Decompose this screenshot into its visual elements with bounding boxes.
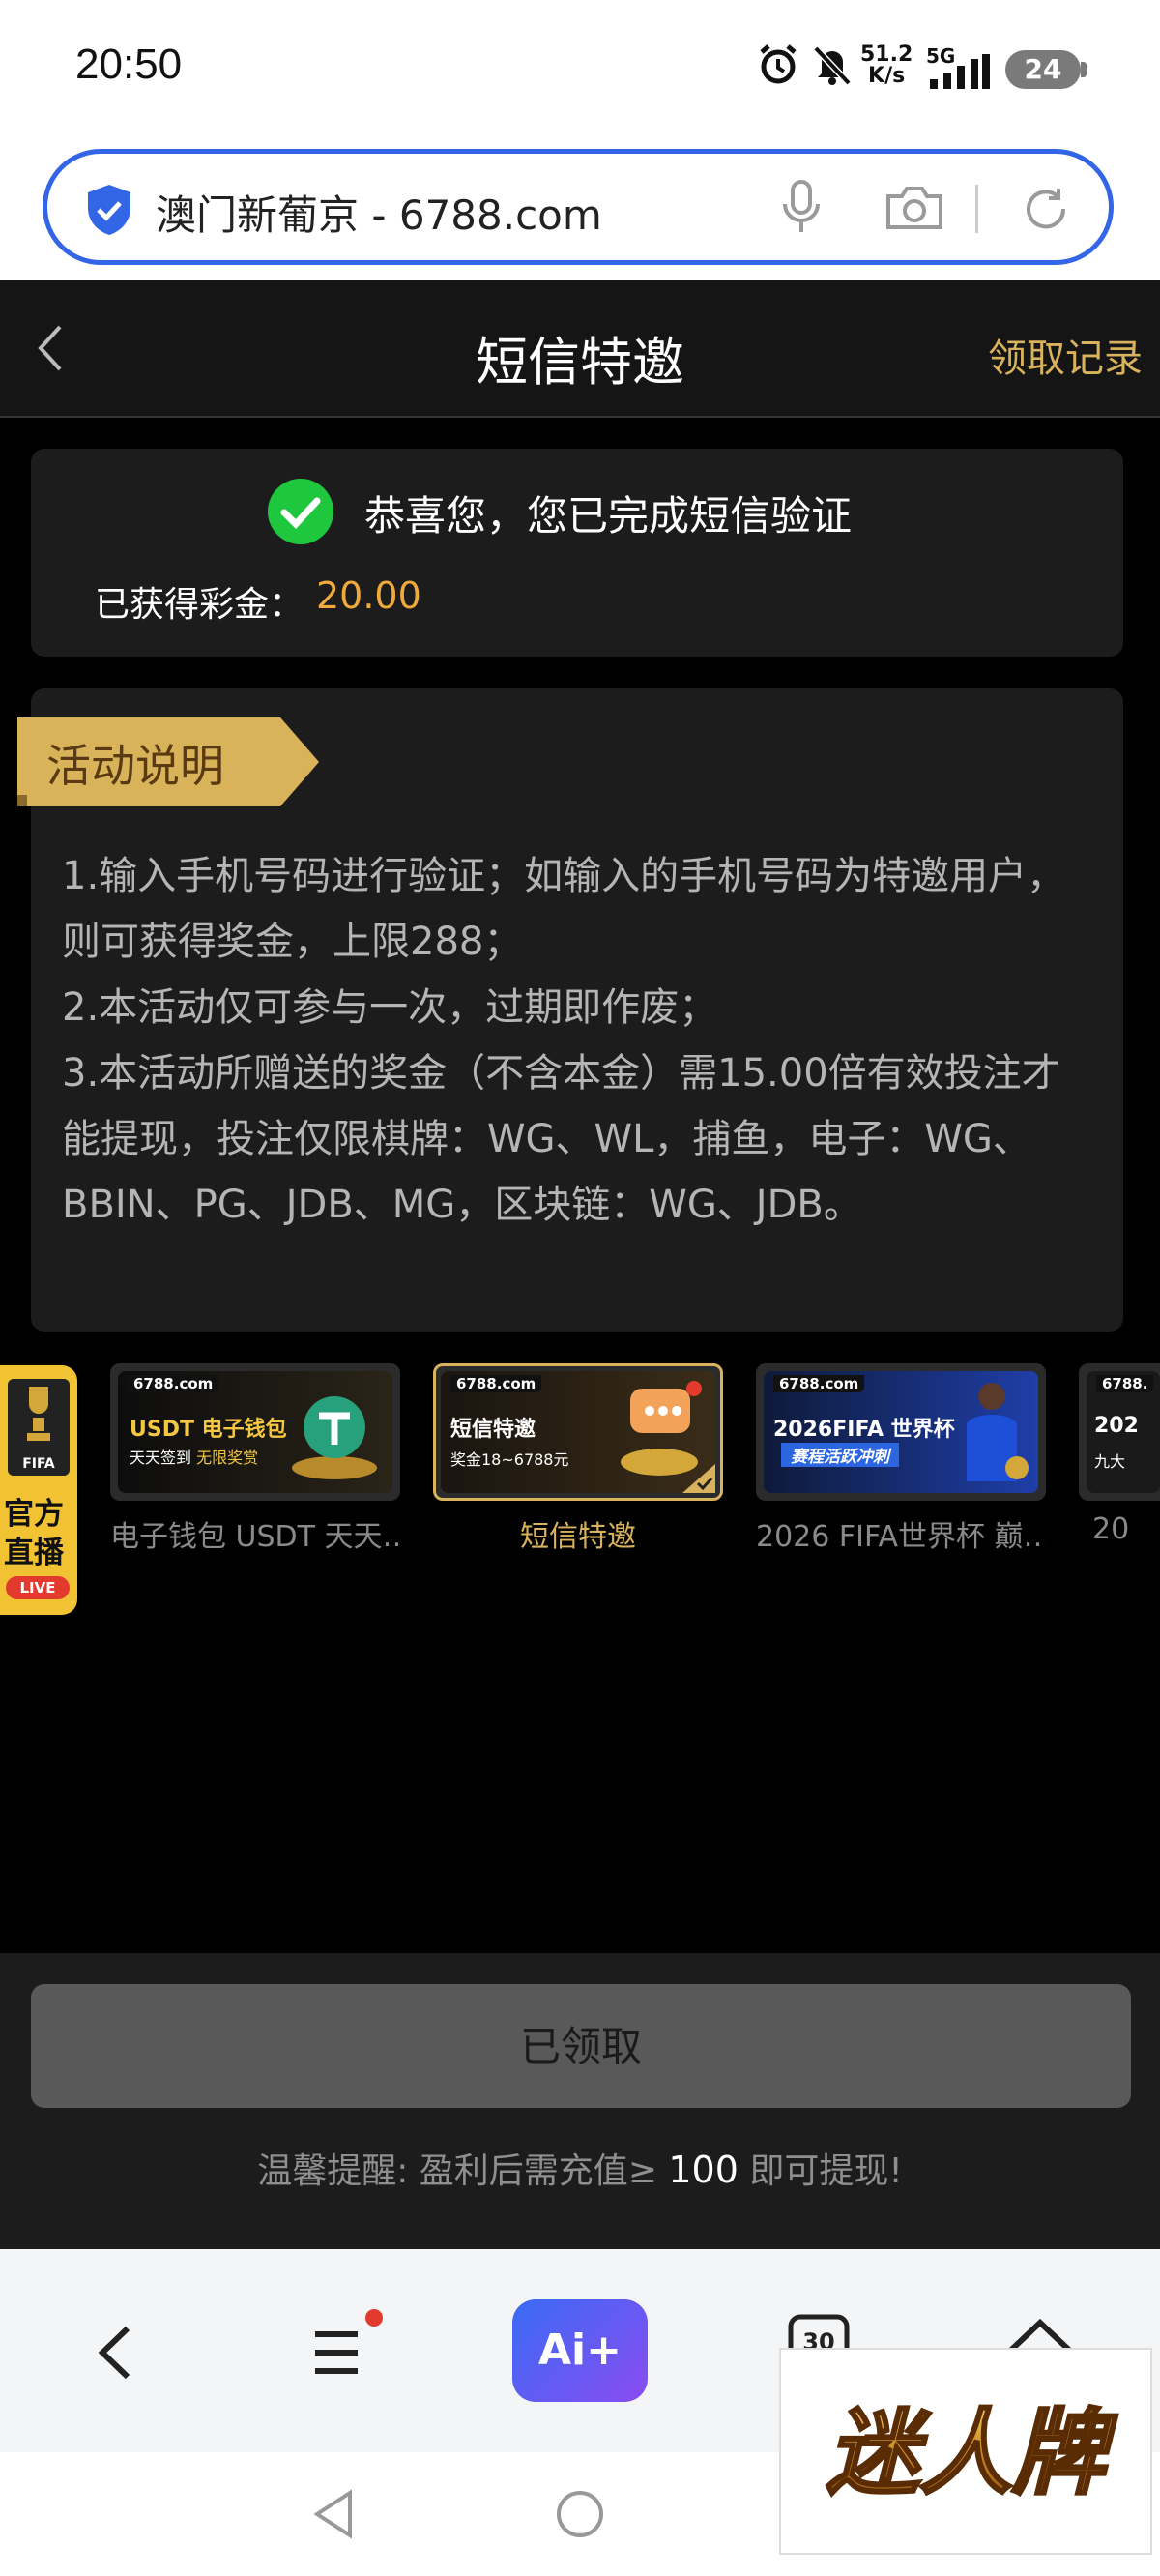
- url-text[interactable]: 澳门新葡京 - 6788.com: [156, 183, 602, 242]
- shield-check-icon: [88, 185, 130, 235]
- battery-indicator: 24: [1005, 50, 1081, 89]
- watermark-logo-art: 迷人牌: [826, 2398, 1119, 2509]
- rule-line: 1.输入手机号码进行验证；如输入的手机号码为特邀用户，则可获得奖金，上限288；: [62, 854, 1066, 964]
- rule-line: 3.本活动所赠送的奖金（不含本金）需15.00倍有效投注才能提现，投注仅限棋牌：…: [62, 1051, 1060, 1227]
- system-home-icon[interactable]: [555, 2489, 605, 2539]
- promo-card-usdt-wallet[interactable]: 6788.com USDT 电子钱包 天天签到 无限奖赏: [110, 1363, 400, 1501]
- check-circle-icon: [268, 479, 334, 544]
- address-bar[interactable]: 澳门新葡京 - 6788.com: [43, 149, 1114, 265]
- verification-success-card: 恭喜您，您已完成短信验证 已获得彩金： 20.00: [31, 449, 1123, 657]
- official-live-badge[interactable]: FIFA 官方 直播 LIVE: [0, 1365, 77, 1615]
- activity-description-title: 活动说明: [46, 740, 224, 792]
- toolbar-divider: [975, 185, 978, 233]
- promo-card-sms-invite[interactable]: 6788.com 短信特邀 奖金18~6788元: [433, 1363, 723, 1501]
- selected-check-icon: [682, 1464, 715, 1493]
- svg-text:迷人牌: 迷人牌: [826, 2399, 1117, 2507]
- withdraw-tip: 温馨提醒: 盈利后需充值≥ 100 即可提现!: [257, 2149, 903, 2191]
- browser-back-icon[interactable]: [93, 2323, 137, 2383]
- promo-card-partial[interactable]: 6788. 202 九大: [1079, 1363, 1160, 1501]
- system-back-icon[interactable]: [311, 2487, 356, 2541]
- activity-rules: 1.输入手机号码进行验证；如输入的手机号码为特邀用户，则可获得奖金，上限288；…: [62, 843, 1096, 1238]
- ai-assistant-button[interactable]: Ai+: [512, 2299, 648, 2402]
- alarm-icon: [760, 44, 797, 84]
- notification-dot: [365, 2309, 383, 2327]
- promo-caption[interactable]: 2026 FIFA世界杯 巅…: [756, 1512, 1046, 1555]
- bonus-label: 已获得彩金：: [95, 585, 304, 625]
- net-speed: 51.2 K/s: [860, 43, 914, 88]
- promo-caption-active[interactable]: 短信特邀: [433, 1512, 723, 1555]
- bell-muted-icon: [813, 45, 852, 86]
- bonus-value: 20.00: [316, 574, 421, 617]
- microphone-icon[interactable]: [780, 179, 823, 237]
- usdt-coin-icon: [292, 1396, 377, 1479]
- refresh-icon[interactable]: [1020, 183, 1072, 235]
- status-bar: 20:50 51.2 K/s 5G 24: [0, 0, 1160, 145]
- camera-icon[interactable]: [884, 185, 944, 231]
- page-header: 短信特邀 领取记录: [0, 280, 1160, 418]
- promo-caption[interactable]: 电子钱包 USDT 天天…: [110, 1512, 400, 1555]
- rule-line: 2.本活动仅可参与一次，过期即作废；: [62, 985, 718, 1030]
- claim-history-link[interactable]: 领取记录: [988, 327, 1143, 383]
- watermark-logo: 迷人牌: [779, 2348, 1152, 2555]
- signal-icon: [930, 54, 990, 89]
- claimed-button[interactable]: 已领取: [31, 1984, 1131, 2108]
- football-player-icon: [967, 1383, 1029, 1481]
- status-time: 20:50: [75, 41, 183, 88]
- success-message: 恭喜您，您已完成短信验证: [364, 492, 853, 540]
- promo-card-fifa-world-cup[interactable]: 6788.com 2026FIFA 世界杯 赛程活跃冲刺: [756, 1363, 1046, 1501]
- battery-tip: [1081, 62, 1087, 77]
- page-title: 短信特邀: [476, 332, 684, 393]
- promo-caption[interactable]: 20: [1079, 1512, 1160, 1546]
- menu-icon[interactable]: [311, 2327, 369, 2379]
- fifa-trophy-icon: FIFA: [8, 1379, 70, 1476]
